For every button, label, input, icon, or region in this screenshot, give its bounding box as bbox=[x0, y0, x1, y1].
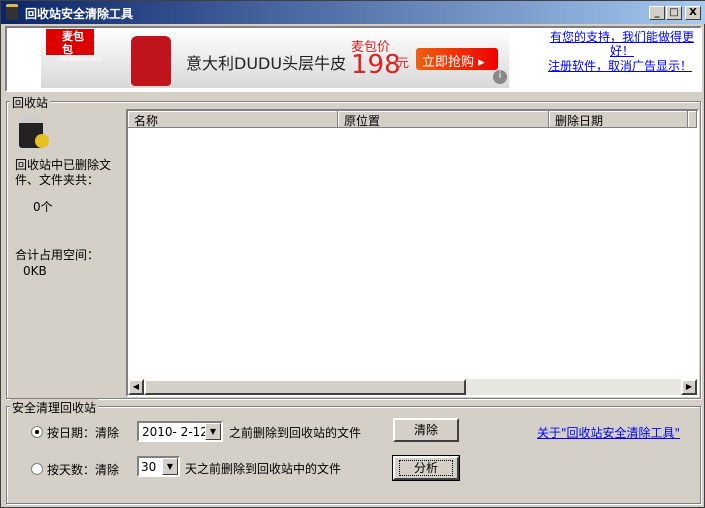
recycle-bin-group-label: 回收站 bbox=[10, 94, 51, 111]
column-header-name[interactable]: 名称 bbox=[128, 111, 338, 128]
window-title: 回收站安全清除工具 bbox=[25, 7, 134, 21]
maximize-button[interactable]: □ bbox=[666, 6, 682, 20]
ad-currency: 元 bbox=[397, 56, 410, 70]
dropdown-arrow-icon[interactable]: ▼ bbox=[162, 458, 178, 475]
ad-product: 意大利DUDU头层牛皮 bbox=[186, 54, 347, 73]
days-select[interactable]: 30 ▼ bbox=[137, 456, 180, 477]
space-label: 合计占用空间： bbox=[15, 248, 100, 262]
about-link[interactable]: 关于"回收站安全清除工具" bbox=[537, 424, 680, 441]
scroll-thumb[interactable] bbox=[144, 379, 466, 395]
ad-price: 198 bbox=[351, 50, 401, 80]
days-suffix: 天之前删除到回收站中的文件 bbox=[185, 462, 342, 476]
handbag-image bbox=[131, 36, 171, 86]
column-header-location[interactable]: 原位置 bbox=[338, 111, 549, 128]
clean-group-label: 安全清理回收站 bbox=[10, 399, 99, 416]
recycle-bin-icon bbox=[19, 118, 49, 148]
ad-panel: 麦包包 Mbaobao.com 意大利DUDU头层牛皮 麦包价 198 元 立即… bbox=[5, 26, 702, 92]
app-icon bbox=[6, 4, 18, 20]
support-link[interactable]: 有您的支持，我们能做得更好！ bbox=[548, 30, 696, 58]
title-bar: 回收站安全清除工具 _ □ X bbox=[1, 1, 705, 24]
dropdown-arrow-icon[interactable]: ▼ bbox=[205, 423, 221, 440]
minimize-button[interactable]: _ bbox=[649, 6, 665, 20]
analyze-button[interactable]: 分析 bbox=[392, 455, 460, 481]
register-link[interactable]: 注册软件，取消广告显示！ bbox=[548, 57, 692, 74]
ad-banner[interactable]: 麦包包 Mbaobao.com 意大利DUDU头层牛皮 麦包价 198 元 立即… bbox=[41, 28, 509, 88]
horizontal-scrollbar[interactable]: ◀ ▶ bbox=[128, 379, 697, 395]
analyze-label: 分析 bbox=[398, 460, 453, 476]
date-picker[interactable]: 2010- 2-12 ▼ bbox=[137, 421, 223, 442]
close-button[interactable]: X bbox=[685, 6, 701, 20]
by-date-label[interactable]: 按日期：清除 bbox=[47, 424, 119, 441]
deleted-count-label: 回收站中已删除文件、文件夹共： bbox=[15, 158, 112, 187]
ad-buy-button[interactable]: 立即抢购 ▸ bbox=[416, 48, 498, 70]
by-days-label[interactable]: 按天数：清除 bbox=[47, 461, 119, 478]
scroll-left-button[interactable]: ◀ bbox=[128, 379, 144, 395]
file-list[interactable]: 名称 原位置 删除日期 ◀ ▶ bbox=[126, 109, 699, 397]
info-icon[interactable]: i bbox=[493, 70, 507, 84]
date-value: 2010- 2-12 bbox=[142, 425, 208, 439]
deleted-count: 0个 bbox=[33, 200, 53, 214]
column-header-filler bbox=[688, 111, 697, 128]
column-header-date[interactable]: 删除日期 bbox=[549, 111, 688, 128]
ad-brand-sub: Mbaobao.com bbox=[60, 56, 103, 63]
date-suffix: 之前删除到回收站的文件 bbox=[229, 426, 362, 440]
clear-button[interactable]: 清除 bbox=[393, 418, 459, 442]
ad-logo: 麦包包 Mbaobao.com bbox=[46, 29, 102, 63]
days-value: 30 bbox=[141, 460, 157, 474]
clean-group bbox=[6, 406, 701, 504]
by-days-radio[interactable] bbox=[31, 463, 43, 475]
space-value: 0KB bbox=[23, 264, 47, 278]
scroll-right-button[interactable]: ▶ bbox=[681, 379, 697, 395]
ad-brand: 麦包包 bbox=[62, 30, 84, 56]
by-date-radio[interactable] bbox=[31, 426, 43, 438]
